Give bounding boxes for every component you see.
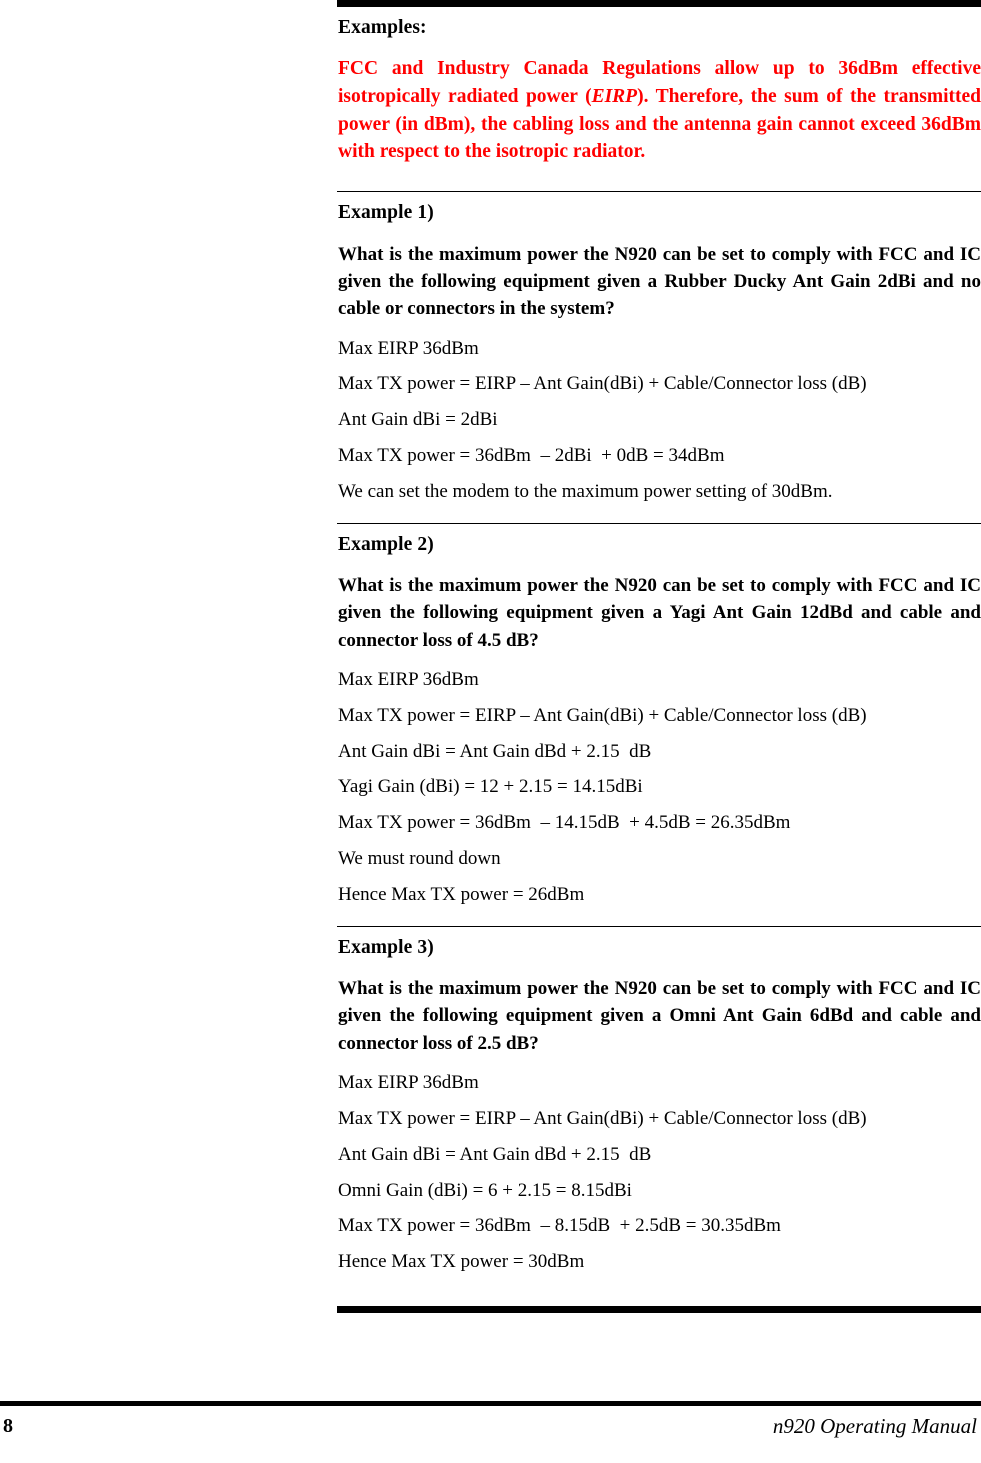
- example-1-line-3: Ant Gain dBi = 2dBi: [338, 409, 498, 431]
- fcc-regulations-notice: FCC and Industry Canada Regulations allo…: [337, 39, 981, 172]
- document-page: Examples: FCC and Industry Canada Regula…: [0, 0, 981, 1463]
- example-1-line-2: Max TX power = EIRP – Ant Gain(dBi) + Ca…: [338, 373, 867, 395]
- example-3-line-4: Omni Gain (dBi) = 6 + 2.15 = 8.15dBi: [338, 1179, 632, 1201]
- example-section-2: Example 2) What is the maximum power the…: [337, 504, 981, 907]
- example-1-line-4: Max TX power = 36dBm – 2dBi + 0dB = 34dB…: [338, 445, 725, 466]
- content-column: Examples: FCC and Industry Canada Regula…: [337, 0, 981, 1313]
- example-2-heading: Example 2): [338, 533, 434, 555]
- example-2-line-6: We must round down: [338, 848, 501, 870]
- example-3-line-3: Ant Gain dBi = Ant Gain dBd + 2.15 dB: [338, 1143, 652, 1165]
- top-black-bar: [337, 0, 981, 7]
- example-1-line-1: Max EIRP 36dBm: [338, 337, 479, 359]
- example-2-line-2: Max TX power = EIRP – Ant Gain(dBi) + Ca…: [338, 704, 867, 726]
- example-2-question: What is the maximum power the N920 can b…: [338, 574, 981, 651]
- bottom-black-bar: [337, 1305, 981, 1313]
- example-section-3: Example 3) What is the maximum power the…: [337, 907, 981, 1274]
- examples-heading: Examples:: [338, 17, 427, 38]
- example-2-line-4: Yagi Gain (dBi) = 12 + 2.15 = 14.15dBi: [338, 776, 643, 798]
- notice-emphasis-eirp: EIRP: [591, 86, 638, 108]
- page-footer: 8 n920 Operating Manual: [0, 1401, 981, 1463]
- example-3-line-1: Max EIRP 36dBm: [338, 1072, 479, 1094]
- example-2-line-5: Max TX power = 36dBm – 14.15dB + 4.5dB =…: [338, 812, 791, 834]
- example-1-heading: Example 1): [338, 202, 434, 224]
- example-3-line-2: Max TX power = EIRP – Ant Gain(dBi) + Ca…: [338, 1107, 867, 1129]
- example-1-question: What is the maximum power the N920 can b…: [338, 243, 981, 320]
- manual-title: n920 Operating Manual: [772, 1414, 977, 1438]
- example-3-heading: Example 3): [338, 936, 434, 958]
- example-2-line-3: Ant Gain dBi = Ant Gain dBd + 2.15 dB: [338, 740, 652, 762]
- page-number: 8: [3, 1415, 13, 1437]
- footer-row: 8 n920 Operating Manual: [0, 1406, 981, 1463]
- example-3-line-6: Hence Max TX power = 30dBm: [338, 1251, 585, 1273]
- example-section-1: Example 1) What is the maximum power the…: [337, 172, 981, 503]
- example-2-line-1: Max EIRP 36dBm: [338, 669, 479, 691]
- example-2-line-7: Hence Max TX power = 26dBm: [338, 883, 585, 905]
- example-3-line-5: Max TX power = 36dBm – 8.15dB + 2.5dB = …: [338, 1215, 781, 1237]
- example-3-question: What is the maximum power the N920 can b…: [338, 978, 981, 1054]
- example-1-line-5: We can set the modem to the maximum powe…: [338, 480, 833, 502]
